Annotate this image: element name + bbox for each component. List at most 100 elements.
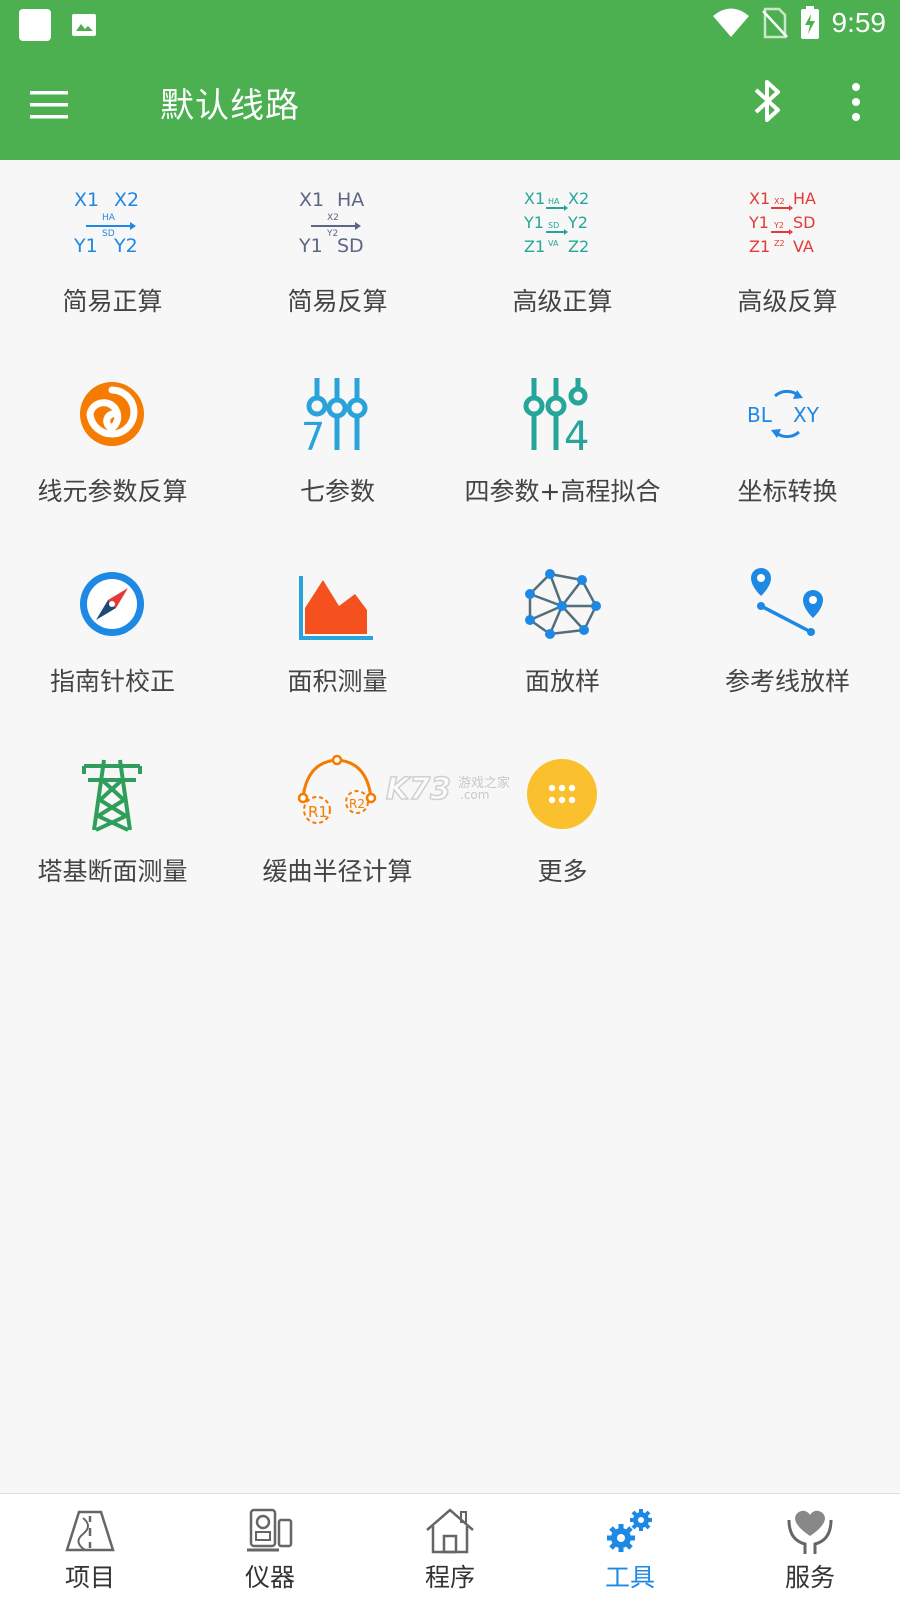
- reference-line-pins-icon: [751, 568, 823, 636]
- power-tower-icon: [82, 759, 142, 832]
- svg-text:Y1: Y1: [523, 213, 544, 232]
- curve-radius-icon: R1 R2: [297, 754, 377, 824]
- tool-advanced-forward-calc[interactable]: X1 X2 Y1 Y2 Z1 Z2 HA SD VA 高级正算: [450, 160, 675, 350]
- svg-text:Z2: Z2: [568, 237, 589, 256]
- no-sim-icon: [761, 7, 788, 39]
- tool-label: 线元参数反算: [37, 477, 188, 506]
- svg-text:Y2: Y2: [567, 213, 588, 232]
- gears-icon: [607, 1509, 652, 1552]
- notification-square-icon: [19, 9, 51, 41]
- k73-watermark: K73 游戏之家 .com: [385, 771, 511, 808]
- overflow-menu-button[interactable]: [842, 78, 872, 128]
- svg-text:R1: R1: [308, 803, 328, 821]
- tool-label: 更多: [537, 857, 588, 886]
- road-icon: [65, 1510, 115, 1552]
- tool-label: 塔基断面测量: [37, 857, 188, 886]
- home-icon: [426, 1508, 474, 1554]
- svg-text:VA: VA: [548, 239, 559, 248]
- tool-advanced-inverse-calc[interactable]: X1 HA Y1 SD Z1 VA X2 Y2 Z2 高级反算: [675, 160, 900, 350]
- tool-label: 四参数+高程拟合: [464, 477, 661, 506]
- tool-surface-stakeout[interactable]: 面放样: [450, 540, 675, 730]
- nav-instrument[interactable]: 仪器: [180, 1494, 360, 1600]
- tool-label: 坐标转换: [737, 477, 838, 506]
- tool-curve-radius-calc[interactable]: R1 R2 缓曲半径计算: [225, 730, 450, 920]
- bluetooth-icon: [754, 80, 780, 122]
- mesh-network-icon: [525, 569, 601, 639]
- svg-text:SD: SD: [337, 235, 364, 257]
- tool-label: 高级正算: [512, 287, 613, 316]
- svg-text:4: 4: [564, 414, 589, 454]
- page-title: 默认线路: [160, 86, 300, 126]
- svg-text:HA: HA: [337, 189, 364, 211]
- simple-inverse-calc-icon: X1 HA X2 Y2 Y1 SD: [298, 189, 364, 257]
- seven-param-sliders-icon: 7: [301, 378, 368, 454]
- status-time: 9:59: [831, 7, 887, 38]
- instrument-icon: [247, 1508, 293, 1552]
- tool-coordinate-convert[interactable]: BL XY 坐标转换: [675, 350, 900, 540]
- advanced-inverse-calc-icon: X1 HA Y1 SD Z1 VA X2 Y2 Z2: [748, 189, 816, 256]
- svg-text:X2: X2: [114, 189, 139, 211]
- nav-program[interactable]: 程序: [360, 1494, 540, 1600]
- tool-label: 简易正算: [62, 287, 163, 316]
- tool-seven-params[interactable]: 7 七参数: [225, 350, 450, 540]
- svg-text:Y2: Y2: [773, 221, 784, 230]
- svg-text:Z1: Z1: [749, 237, 770, 256]
- tool-label: 指南针校正: [49, 667, 175, 696]
- tool-tower-section-measure[interactable]: 塔基断面测量: [0, 730, 225, 920]
- svg-text:XY: XY: [793, 403, 820, 427]
- simple-forward-calc-icon: X1 X2 HA SD Y1 Y2: [73, 189, 139, 257]
- svg-text:R2: R2: [349, 797, 365, 811]
- compass-icon: [80, 572, 144, 636]
- image-icon: [72, 14, 96, 36]
- bluetooth-button[interactable]: [752, 78, 792, 128]
- svg-text:VA: VA: [793, 237, 814, 256]
- menu-button[interactable]: [30, 80, 82, 128]
- svg-text:X2: X2: [568, 189, 589, 208]
- tool-simple-forward-calc[interactable]: X1 X2 HA SD Y1 Y2 简易正算: [0, 160, 225, 350]
- nav-tools[interactable]: 工具: [540, 1494, 720, 1600]
- tool-simple-inverse-calc[interactable]: X1 HA X2 Y2 Y1 SD 简易反算: [225, 160, 450, 350]
- svg-text:X1: X1: [524, 189, 545, 208]
- battery-charging-icon: [800, 6, 819, 39]
- tool-label: 参考线放样: [724, 667, 850, 696]
- svg-text:HA: HA: [548, 197, 560, 206]
- tool-label: 高级反算: [737, 287, 838, 316]
- svg-text:SD: SD: [102, 229, 115, 239]
- svg-text:X2: X2: [327, 213, 339, 223]
- tool-more[interactable]: 更多: [450, 730, 675, 920]
- four-param-sliders-icon: 4: [523, 378, 589, 454]
- tool-label: 七参数: [299, 477, 375, 506]
- svg-text:Y2: Y2: [113, 235, 138, 257]
- svg-text:X1: X1: [299, 189, 324, 211]
- tool-compass-calibration[interactable]: 指南针校正: [0, 540, 225, 730]
- tool-reference-line-stakeout[interactable]: 参考线放样: [675, 540, 900, 730]
- nav-project[interactable]: 项目: [0, 1494, 180, 1600]
- svg-text:X2: X2: [774, 197, 785, 206]
- bl-xy-convert-icon: BL XY: [747, 389, 820, 439]
- nav-label: 程序: [424, 1563, 475, 1592]
- svg-text:X1: X1: [749, 189, 770, 208]
- tool-label: 面积测量: [287, 667, 388, 696]
- svg-text:SD: SD: [548, 221, 559, 230]
- tool-line-element-inverse[interactable]: 线元参数反算: [0, 350, 225, 540]
- wifi-icon: [712, 8, 749, 37]
- svg-text:Y1: Y1: [298, 235, 323, 257]
- nav-label: 项目: [64, 1563, 115, 1592]
- svg-text:SD: SD: [793, 213, 815, 232]
- svg-text:Y1: Y1: [748, 213, 769, 232]
- more-vertical-icon: [852, 83, 860, 121]
- tool-label: 缓曲半径计算: [262, 857, 413, 886]
- nav-service[interactable]: 服务: [720, 1494, 900, 1600]
- more-apps-icon: [527, 759, 597, 829]
- svg-text:Z1: Z1: [524, 237, 545, 256]
- swirl-icon: [80, 382, 144, 446]
- nav-label: 工具: [604, 1563, 655, 1592]
- tool-area-measure[interactable]: 面积测量: [225, 540, 450, 730]
- nav-label: 服务: [784, 1563, 835, 1592]
- bottom-navigation: 项目 仪器 程序 工具 服务: [0, 1493, 900, 1600]
- svg-text:HA: HA: [102, 213, 116, 223]
- svg-text:HA: HA: [793, 189, 816, 208]
- tool-four-params-elevation[interactable]: 4 四参数+高程拟合: [450, 350, 675, 540]
- hamburger-menu-icon: [30, 91, 68, 119]
- heart-hand-icon: [787, 1510, 833, 1554]
